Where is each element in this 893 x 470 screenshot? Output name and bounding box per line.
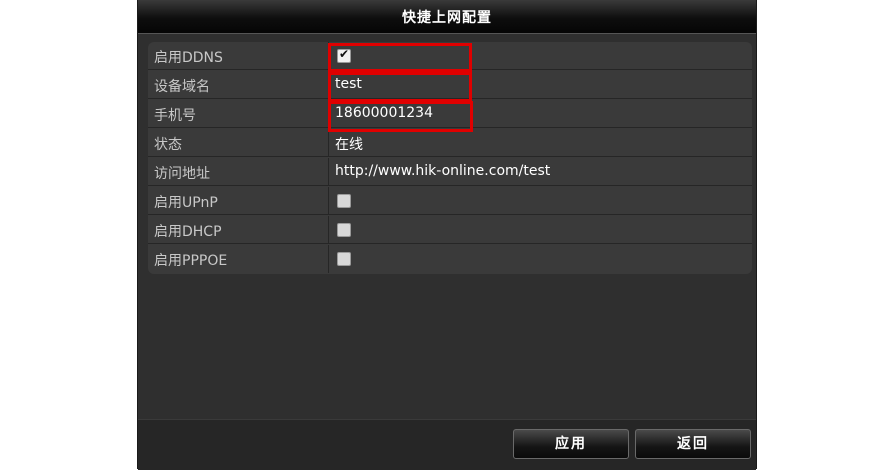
status-value: 在线 <box>335 137 363 153</box>
column-divider <box>328 245 329 273</box>
dialog-footer: 应用 返回 <box>138 419 756 470</box>
column-divider <box>328 42 329 69</box>
enable-ddns-checkbox[interactable]: ✔ <box>337 47 351 63</box>
phone-number-label: 手机号 <box>154 108 196 124</box>
enable-upnp-label: 启用UPnP <box>154 195 218 211</box>
row-access-address: 访问地址 http://www.hik-online.com/test <box>148 158 752 186</box>
row-status: 状态 在线 <box>148 129 752 157</box>
apply-button[interactable]: 应用 <box>513 429 629 459</box>
access-address-value: http://www.hik-online.com/test <box>335 163 551 179</box>
column-divider <box>328 129 329 156</box>
row-enable-ddns: 启用DDNS ✔ <box>148 42 752 70</box>
access-address-label: 访问地址 <box>154 166 210 182</box>
row-phone-number: 手机号 18600001234 <box>148 100 752 128</box>
status-label: 状态 <box>154 137 182 153</box>
enable-ddns-label: 启用DDNS <box>154 50 223 66</box>
enable-dhcp-label: 启用DHCP <box>154 224 222 240</box>
enable-pppoe-checkbox[interactable] <box>337 252 351 266</box>
row-enable-dhcp: 启用DHCP <box>148 216 752 244</box>
column-divider <box>328 71 329 98</box>
quick-network-config-dialog: 快捷上网配置 启用DDNS ✔ 设备域名 test 手机号 1860000123… <box>137 0 757 470</box>
checkmark-icon: ✔ <box>339 47 350 61</box>
row-device-domain: 设备域名 test <box>148 71 752 99</box>
phone-number-field[interactable]: 18600001234 <box>335 105 433 121</box>
row-enable-upnp: 启用UPnP <box>148 187 752 215</box>
enable-upnp-checkbox[interactable] <box>337 194 351 208</box>
row-enable-pppoe: 启用PPPOE <box>148 245 752 273</box>
column-divider <box>328 216 329 243</box>
enable-pppoe-label: 启用PPPOE <box>154 253 228 269</box>
column-divider <box>328 158 329 185</box>
column-divider <box>328 100 329 127</box>
back-button[interactable]: 返回 <box>635 429 751 459</box>
device-domain-label: 设备域名 <box>154 79 210 95</box>
dialog-title: 快捷上网配置 <box>402 10 492 26</box>
dialog-titlebar: 快捷上网配置 <box>138 0 756 34</box>
enable-dhcp-checkbox[interactable] <box>337 223 351 237</box>
device-domain-field[interactable]: test <box>335 76 362 92</box>
settings-panel: 启用DDNS ✔ 设备域名 test 手机号 18600001234 状态 在线… <box>148 42 752 274</box>
column-divider <box>328 187 329 214</box>
